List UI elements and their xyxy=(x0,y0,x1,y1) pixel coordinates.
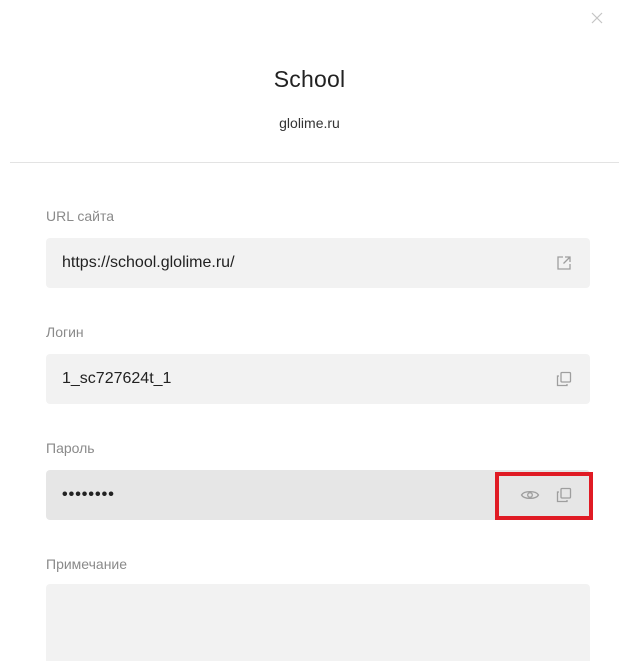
external-link-icon[interactable] xyxy=(554,253,574,273)
login-label: Логин xyxy=(46,324,84,340)
login-field[interactable]: 1_sc727624t_1 xyxy=(46,354,590,404)
password-entry-dialog: School glolime.ru URL сайта https://scho… xyxy=(0,0,619,661)
login-value: 1_sc727624t_1 xyxy=(62,370,172,387)
note-label: Примечание xyxy=(46,556,128,572)
password-field[interactable]: •••••••• xyxy=(46,470,590,520)
url-label: URL сайта xyxy=(46,208,115,224)
password-label: Пароль xyxy=(46,440,95,456)
entry-title: School xyxy=(273,66,346,92)
entry-domain: glolime.ru xyxy=(279,115,340,131)
note-field[interactable] xyxy=(46,584,590,661)
copy-icon[interactable] xyxy=(554,485,574,505)
eye-icon[interactable] xyxy=(520,485,540,505)
url-value: https://school.glolime.ru/ xyxy=(62,254,235,271)
copy-icon[interactable] xyxy=(554,369,574,389)
password-value: •••••••• xyxy=(62,486,115,503)
url-field[interactable]: https://school.glolime.ru/ xyxy=(46,238,590,288)
header-divider xyxy=(10,162,619,163)
close-icon[interactable] xyxy=(587,8,607,28)
